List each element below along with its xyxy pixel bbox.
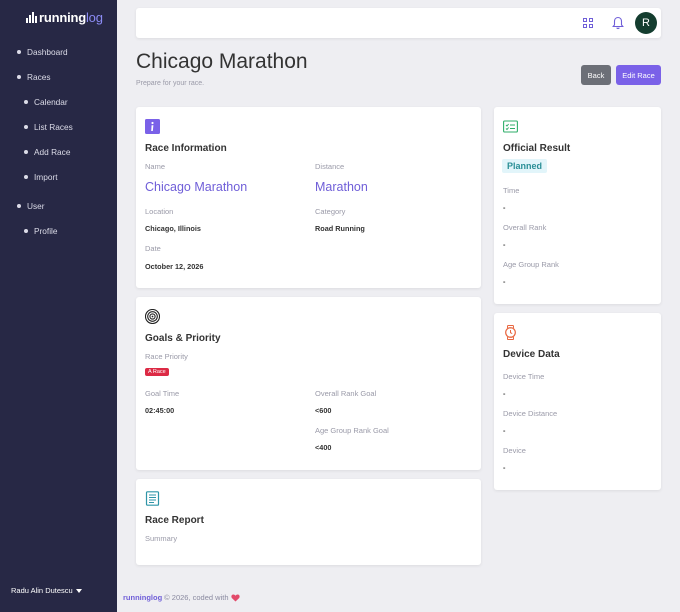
race-priority-badge: A Race: [145, 368, 169, 376]
nav-dashboard-label: Dashboard: [27, 47, 68, 57]
nav-user[interactable]: User: [17, 201, 45, 211]
nav-calendar[interactable]: Calendar: [24, 97, 68, 107]
footer-text: © 2026, coded with: [164, 593, 229, 602]
race-information-title: Race Information: [145, 143, 227, 154]
device-distance-value: -: [503, 426, 506, 435]
avatar[interactable]: R: [635, 12, 657, 34]
bullet-icon: [17, 75, 21, 79]
page-title: Chicago Marathon: [136, 50, 308, 73]
nav-races-label: Races: [27, 72, 51, 82]
nav-add-race-label: Add Race: [34, 147, 71, 157]
nav-profile-label: Profile: [34, 226, 58, 236]
goal-time-value: 02:45:00: [145, 406, 175, 415]
device-distance-label: Device Distance: [503, 409, 558, 418]
nav-races[interactable]: Races: [17, 72, 51, 82]
nav-import[interactable]: Import: [24, 172, 58, 182]
goal-time-label: Goal Time: [145, 389, 180, 398]
bell-icon[interactable]: [612, 16, 624, 30]
footer-brand-log: log: [150, 593, 163, 602]
caret-down-icon: [75, 588, 82, 593]
device-label: Device: [503, 446, 526, 455]
brand-running-text: running: [39, 10, 86, 25]
date-label: Date: [145, 244, 161, 253]
overall-rank-label: Overall Rank: [503, 223, 547, 232]
brand-log-text: log: [85, 10, 103, 25]
device-time-label: Device Time: [503, 372, 545, 381]
race-information-card: Race Information Name Chicago Marathon D…: [136, 107, 481, 288]
time-label: Time: [503, 186, 520, 195]
back-button[interactable]: Back: [581, 65, 611, 85]
age-group-rank-goal-label: Age Group Rank Goal: [315, 426, 389, 435]
overall-rank-goal-label: Overall Rank Goal: [315, 389, 377, 398]
info-icon: [145, 119, 160, 134]
age-group-rank-goal-value: <400: [315, 443, 332, 452]
summary-label: Summary: [145, 534, 178, 543]
user-name: Radu Alin Dutescu: [11, 586, 73, 595]
date-value: October 12, 2026: [145, 262, 204, 271]
nav-calendar-label: Calendar: [34, 97, 68, 107]
race-report-title: Race Report: [145, 515, 204, 526]
footer-brand[interactable]: runninglog: [123, 593, 162, 602]
bullet-icon: [17, 204, 21, 208]
edit-race-button[interactable]: Edit Race: [616, 65, 661, 85]
apps-grid-icon[interactable]: [583, 18, 593, 28]
device-data-title: Device Data: [503, 349, 560, 360]
location-value: Chicago, Illinois: [145, 224, 201, 233]
race-name-value: Chicago Marathon: [145, 180, 248, 194]
device-data-card: Device Data Device Time - Device Distanc…: [494, 313, 661, 490]
official-result-card: Official Result Planned Time - Overall R…: [494, 107, 661, 304]
distance-label: Distance: [315, 162, 345, 171]
nav-profile[interactable]: Profile: [24, 226, 58, 236]
distance-value: Marathon: [315, 180, 368, 194]
goals-priority-title: Goals & Priority: [145, 333, 221, 344]
category-value: Road Running: [315, 224, 365, 233]
heart-icon: [230, 594, 240, 602]
device-value: -: [503, 463, 506, 472]
nav-add-race[interactable]: Add Race: [24, 147, 70, 157]
nav-user-label: User: [27, 201, 45, 211]
topbar: R: [136, 8, 661, 38]
official-result-title: Official Result: [503, 143, 571, 154]
brand-logo[interactable]: runninglog: [26, 10, 103, 25]
goals-priority-card: Goals & Priority Race Priority A Race Go…: [136, 297, 481, 470]
sidebar: runninglog Dashboard Races Calendar List…: [0, 0, 117, 612]
bullet-icon: [24, 150, 28, 154]
nav-dashboard[interactable]: Dashboard: [17, 47, 68, 57]
age-group-rank-value: -: [503, 277, 506, 286]
nav-list-races[interactable]: List Races: [24, 122, 73, 132]
logo-bars-icon: [26, 12, 37, 23]
nav-list-races-label: List Races: [34, 122, 73, 132]
result-card-icon: [503, 120, 518, 133]
footer-brand-running: running: [123, 593, 151, 602]
target-icon: [145, 309, 160, 324]
page-subtitle: Prepare for your race.: [136, 80, 205, 87]
overall-rank-goal-value: <600: [315, 406, 332, 415]
time-value: -: [503, 203, 506, 212]
footer: runninglog © 2026, coded with: [123, 593, 240, 602]
bullet-icon: [24, 125, 28, 129]
device-time-value: -: [503, 389, 506, 398]
bullet-icon: [24, 229, 28, 233]
watch-icon: [505, 325, 516, 340]
report-icon: [145, 491, 160, 506]
user-menu[interactable]: Radu Alin Dutescu: [11, 586, 82, 595]
status-badge: Planned: [502, 159, 548, 173]
nav-import-label: Import: [34, 172, 58, 182]
location-label: Location: [145, 207, 174, 216]
category-label: Category: [315, 207, 346, 216]
race-priority-label: Race Priority: [145, 352, 188, 361]
bullet-icon: [24, 175, 28, 179]
bullet-icon: [17, 50, 21, 54]
name-label: Name: [145, 162, 166, 171]
age-group-rank-label: Age Group Rank: [503, 260, 559, 269]
race-report-card: Race Report Summary: [136, 479, 481, 565]
bullet-icon: [24, 100, 28, 104]
overall-rank-value: -: [503, 240, 506, 249]
